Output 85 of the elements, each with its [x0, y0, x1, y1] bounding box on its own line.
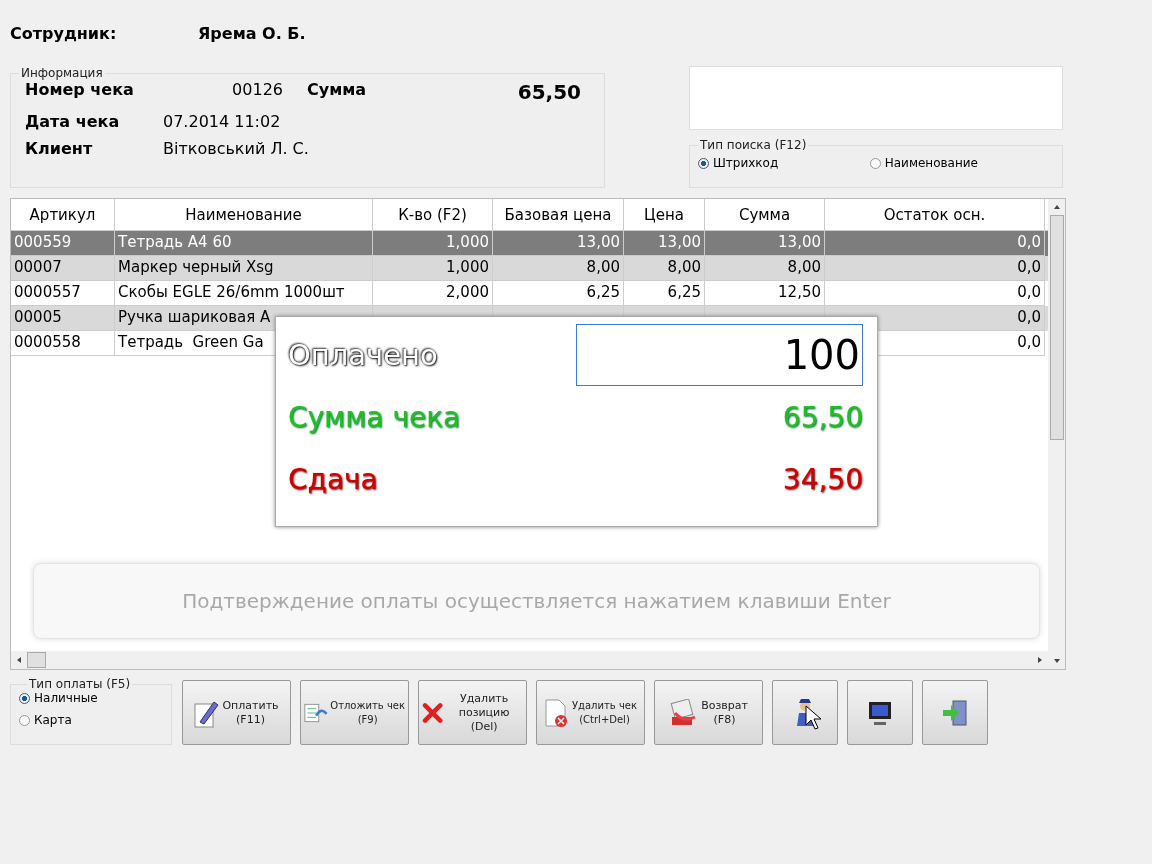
sum-label: Сумма	[306, 80, 368, 101]
cursor-icon	[805, 705, 823, 731]
sum-value: 65,50	[516, 80, 581, 104]
scroll-up-icon[interactable]	[1052, 203, 1061, 211]
column-header[interactable]: Цена	[624, 199, 705, 230]
action-button[interactable]: Возврат (F8)	[654, 680, 763, 745]
column-header[interactable]: Остаток осн.	[825, 199, 1045, 230]
table-cell: Тетрадь А4 60	[118, 233, 232, 251]
payment-type-title: Тип оплаты (F5)	[28, 677, 132, 691]
exit-door-icon	[941, 698, 969, 727]
paid-field[interactable]: 100	[576, 324, 863, 386]
radio-icon[interactable]	[869, 157, 881, 169]
total-label: Сумма чека	[288, 400, 461, 434]
table-cell: Ручка шариковая A	[118, 308, 271, 326]
vertical-scrollbar[interactable]	[1048, 199, 1065, 669]
paid-label: Оплачено	[288, 338, 438, 372]
table-cell: 6,25	[586, 283, 620, 301]
table-cell: 0,0	[1017, 333, 1041, 351]
scroll-right-icon[interactable]	[1036, 656, 1044, 664]
table-cell: 0,0	[1017, 308, 1041, 326]
table-cell: 13,00	[778, 233, 821, 251]
table-cell: 000559	[14, 233, 72, 251]
icon-button[interactable]	[847, 680, 913, 745]
change-label: Сдача	[288, 462, 378, 496]
table-cell: 1,000	[446, 258, 489, 276]
column-header[interactable]: Сумма	[705, 199, 825, 230]
monitor-icon	[867, 699, 893, 726]
action-button[interactable]: Отложить чек (F9)	[300, 680, 409, 745]
table-cell: 0000558	[14, 333, 81, 351]
receipt-number: 00126	[231, 80, 283, 101]
change-value: 34,50	[782, 462, 863, 496]
column-header[interactable]: К-во (F2)	[373, 199, 493, 230]
client-name: Вітковський Л. С.	[163, 139, 310, 158]
table-cell: Маркер черный Xsg	[118, 258, 274, 276]
action-button[interactable]: Удалить чек (Ctrl+Del)	[536, 680, 645, 745]
scroll-down-icon[interactable]	[1052, 657, 1061, 665]
table-cell: 0,0	[1017, 283, 1041, 301]
table-cell: 00007	[14, 258, 62, 276]
column-header[interactable]: Базовая цена	[493, 199, 624, 230]
radio-icon[interactable]	[698, 157, 709, 169]
table-cell: Скобы EGLE 26/6mm 1000шт	[118, 283, 345, 301]
employee-label: Сотрудник:	[10, 24, 118, 45]
radio-option[interactable]: Штрихкод	[698, 156, 779, 170]
hint-text: Подтверждение оплаты осуществляется нажатием клавиши Enter	[182, 589, 891, 613]
receipt-label: Номер чека	[25, 80, 135, 101]
radio-icon[interactable]	[19, 714, 30, 726]
table-cell: 12,50	[778, 283, 821, 301]
radio-option[interactable]: Наименование	[869, 156, 978, 170]
column-header[interactable]: Артикул	[11, 199, 115, 230]
table-cell: 0000557	[14, 283, 81, 301]
horizontal-scrollbar[interactable]	[11, 651, 1048, 669]
employee-name: Ярема О. Б.	[198, 24, 306, 45]
table-cell: 6,25	[667, 283, 701, 301]
search-type-title: Тип поиска (F12)	[699, 138, 808, 152]
action-button[interactable]: Удалить позицию (Del)	[418, 680, 527, 745]
table-cell: Тетрадь Green Ga	[118, 333, 264, 351]
scroll-thumb[interactable]	[27, 652, 46, 668]
client-label: Клиент	[25, 139, 94, 158]
column-header[interactable]: Наименование	[115, 199, 373, 230]
search-field[interactable]	[689, 66, 1063, 130]
radio-icon[interactable]	[19, 692, 30, 704]
date-label: Дата чека	[25, 112, 121, 131]
table-cell: 00005	[14, 308, 62, 326]
scroll-left-icon[interactable]	[15, 656, 23, 664]
date-value: 07.2014 11:02	[163, 112, 282, 131]
icon-button[interactable]	[772, 680, 838, 745]
table-cell: 8,00	[667, 258, 701, 276]
document-delete-icon	[544, 697, 570, 728]
radio-option[interactable]: Карта	[19, 713, 171, 727]
table-cell: 8,00	[586, 258, 620, 276]
table-cell: 2,000	[446, 283, 489, 301]
action-button[interactable]: Оплатить (F11)	[182, 680, 291, 745]
table-cell: 13,00	[577, 233, 620, 251]
table-cell: 8,00	[787, 258, 821, 276]
total-value: 65,50	[782, 400, 863, 434]
table-cell: 0,0	[1017, 233, 1041, 251]
table-row[interactable]: 0000557 Скобы EGLE 26/6mm 1000шт 2,000 6,25 6,25 12,50 0,0	[11, 281, 1048, 306]
table-cell: 1,000	[446, 233, 489, 251]
table-row[interactable]: 00007 Маркер черный Xsg 1,000 8,00 8,00 8,00 0,0	[11, 256, 1048, 281]
radio-option[interactable]: Наличные	[19, 691, 171, 705]
scroll-thumb[interactable]	[1049, 215, 1064, 440]
info-title: Информация	[20, 66, 104, 80]
table-cell: 13,00	[658, 233, 701, 251]
table-cell: 0,0	[1017, 258, 1041, 276]
table-row[interactable]: 000559 Тетрадь А4 60 1,000 13,00 13,00 13,00 0,0	[11, 231, 1048, 256]
